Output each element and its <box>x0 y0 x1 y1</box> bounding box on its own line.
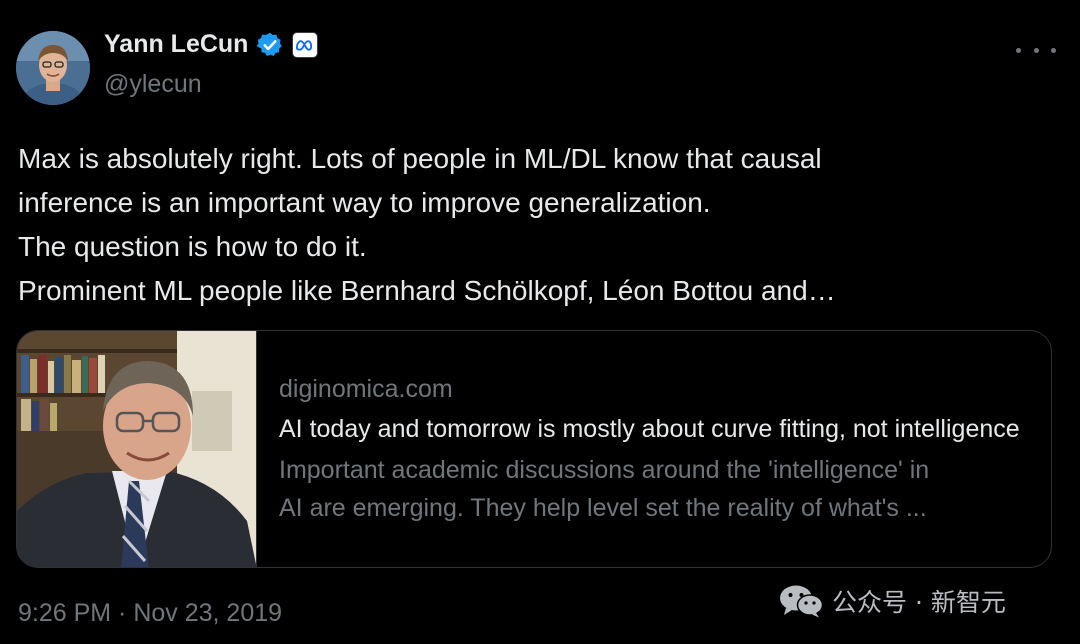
tweet-text-line: Max is absolutely right. Lots of people … <box>18 143 822 174</box>
watermark-text: 公众号 · 新智元 <box>832 588 1006 617</box>
tweet-text-line: The question is how to do it. <box>18 231 367 262</box>
author-handle[interactable]: @ylecun <box>104 70 202 99</box>
professor-photo-icon <box>17 331 256 567</box>
avatar-portrait-icon <box>16 31 90 105</box>
author-name[interactable]: Yann LeCun <box>104 30 248 59</box>
tweet-text-line: inference is an important way to improve… <box>18 187 711 218</box>
tweet-text-line: Prominent ML people like Bernhard Schölk… <box>18 275 836 306</box>
link-preview-image[interactable] <box>17 331 257 567</box>
tweet-text: Max is absolutely right. Lots of people … <box>18 137 1058 313</box>
wechat-watermark: 公众号 · 新智元 <box>778 584 1006 618</box>
verified-badge-icon <box>256 31 284 59</box>
meta-logo-icon[interactable] <box>292 31 319 58</box>
link-preview-card[interactable]: diginomica.com AI today and tomorrow is … <box>16 330 1052 568</box>
link-description: Important academic discussions around th… <box>279 451 1039 527</box>
author-avatar[interactable] <box>16 31 90 105</box>
link-title: AI today and tomorrow is mostly about cu… <box>279 415 1020 443</box>
wechat-icon <box>780 585 824 618</box>
link-description-line: Important academic discussions around th… <box>279 456 930 484</box>
tweet: Yann LeCun @ylecun Max is absolutely rig… <box>0 0 1080 644</box>
more-options-icon[interactable] <box>1016 40 1056 60</box>
link-description-line: AI are emerging. They help level set the… <box>279 494 927 522</box>
tweet-timestamp[interactable]: 9:26 PM · Nov 23, 2019 <box>18 599 282 628</box>
author-name-row[interactable]: Yann LeCun <box>104 30 319 59</box>
link-domain: diginomica.com <box>279 375 453 403</box>
